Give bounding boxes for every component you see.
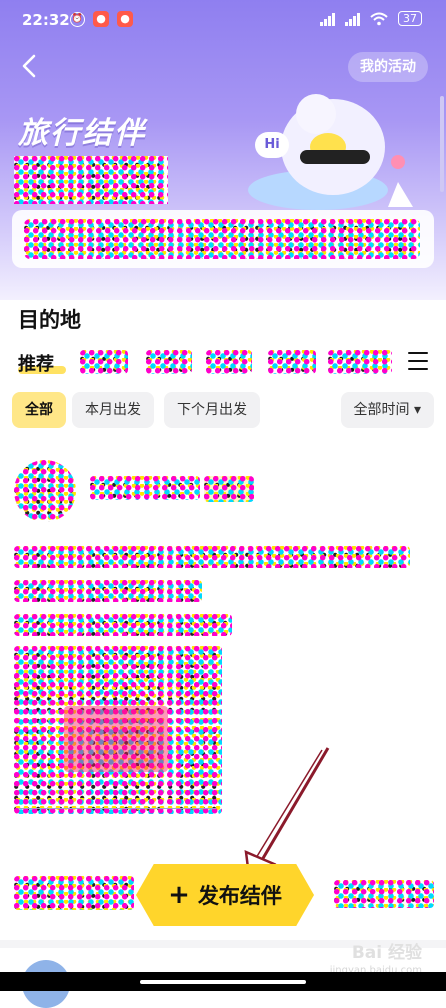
status-time: 22:32: [22, 11, 70, 29]
post-image[interactable]: [14, 646, 222, 814]
time-filter-bar: 全部 本月出发 下个月出发 全部时间 ▾: [12, 392, 434, 430]
signal-icon: [345, 12, 360, 26]
category-recommend[interactable]: 推荐: [18, 350, 54, 376]
post-image-detail: [64, 706, 168, 772]
mascot-hi-bubble: Hi: [255, 132, 289, 158]
app-notification-icon: ●: [93, 11, 109, 27]
publish-label: 发布结伴: [197, 884, 282, 908]
redacted-post-meta: [14, 876, 134, 910]
home-indicator[interactable]: [140, 980, 306, 984]
back-arrow-icon[interactable]: [18, 52, 42, 80]
filter-next-month-chip[interactable]: 下个月出发: [164, 392, 260, 428]
watermark-brand: Bai 经验: [351, 943, 422, 963]
brand-title: 旅行结伴: [18, 116, 146, 151]
post-author-avatar[interactable]: [14, 460, 76, 522]
alarm-icon: ⏰: [70, 11, 85, 27]
post-author-name: [90, 476, 200, 500]
signal-icon: [320, 12, 335, 26]
app-notification-icon: ●: [117, 11, 133, 27]
category-item[interactable]: [80, 350, 128, 374]
category-item[interactable]: [328, 350, 392, 374]
menu-icon[interactable]: [408, 352, 428, 370]
my-activity-button[interactable]: 我的活动: [348, 52, 428, 82]
destination-title: 目的地: [18, 308, 81, 332]
filter-this-month-chip[interactable]: 本月出发: [72, 392, 154, 428]
redacted-post-meta: [334, 880, 434, 908]
system-nav-bar: [0, 972, 446, 991]
post-author-tag: [204, 476, 254, 502]
post-image-ruler: [18, 808, 216, 819]
post-text-line: [14, 546, 410, 568]
battery-indicator: 37: [398, 11, 422, 26]
time-dropdown[interactable]: 全部时间 ▾: [340, 392, 434, 428]
category-item[interactable]: [146, 350, 192, 374]
category-item[interactable]: [206, 350, 252, 374]
category-item[interactable]: [268, 350, 316, 374]
post-text-line: [14, 580, 202, 602]
status-bar: 22:32 ⏰ ● ● 37: [0, 0, 446, 40]
publish-companion-button[interactable]: + 发布结伴: [136, 864, 314, 926]
plus-icon: +: [168, 880, 190, 910]
wifi-icon: [370, 12, 388, 25]
filter-all-chip[interactable]: 全部: [12, 392, 66, 428]
destination-category-row: 推荐: [0, 346, 446, 382]
redacted-user-info: [14, 156, 168, 204]
redacted-search-text: [24, 219, 420, 259]
destination-search-card[interactable]: [12, 210, 434, 268]
scrollbar[interactable]: [440, 96, 444, 192]
post-text-line: [14, 614, 232, 636]
